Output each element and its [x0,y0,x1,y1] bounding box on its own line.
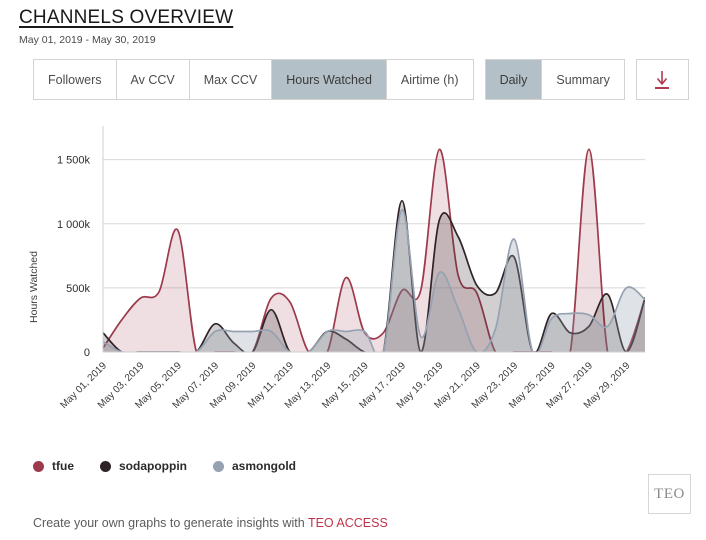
y-axis-ticks: 0 500k 1 000k 1 500k [57,155,91,359]
tab-max-ccv[interactable]: Max CCV [189,60,273,99]
y-axis-title: Hours Watched [28,251,40,323]
tab-daily[interactable]: Daily [485,60,543,99]
page-header: CHANNELS OVERVIEW May 01, 2019 - May 30,… [19,6,233,47]
download-arrow-icon [655,70,670,89]
footer-cta: Create your own graphs to generate insig… [33,516,388,530]
metric-tab-group: Followers Av CCV Max CCV Hours Watched Airti… [33,59,474,100]
legend-color-swatch-tfue [33,460,44,472]
x-axis-ticks: May 01, 2019May 03, 2019May 05, 2019May … [58,360,632,411]
tab-followers[interactable]: Followers [34,60,117,99]
date-range-label: May 01, 2019 - May 30, 2019 [19,34,156,46]
tab-group-divider [474,59,485,100]
teo-access-link[interactable]: TEO ACCESS [308,516,388,530]
tab-hours-watched[interactable]: Hours Watched [272,60,387,99]
tab-bar: Followers Av CCV Max CCV Hours Watched Airti… [33,59,689,100]
y-tick-label: 500k [66,283,90,295]
y-tick-label: 1 000k [57,219,91,231]
teo-logo: TEO [648,474,691,514]
legend-color-swatch-sodapoppin [100,460,111,472]
download-button[interactable] [635,59,689,100]
legend-item-asmongold[interactable]: asmongold [213,459,296,473]
legend-label-tfue: tfue [52,459,74,473]
tab-av-ccv[interactable]: Av CCV [116,60,190,99]
page-title: CHANNELS OVERVIEW [19,7,234,28]
tab-airtime-h[interactable]: Airtime (h) [386,60,473,99]
legend-item-sodapoppin[interactable]: sodapoppin [100,459,187,473]
legend-color-swatch-asmongold [213,460,224,472]
chart-legend: tfue sodapoppin asmongold [33,459,322,473]
legend-label-sodapoppin: sodapoppin [119,459,187,473]
legend-label-asmongold: asmongold [232,459,297,473]
view-tab-group: Daily Summary [484,59,625,100]
tab-summary[interactable]: Summary [542,60,624,99]
legend-item-tfue[interactable]: tfue [33,459,74,473]
tab-group-divider-2 [625,59,636,100]
chart-series-layer [103,148,645,352]
chart-container: 0 500k 1 000k 1 500k May 01, 2019 May 03, 20… [0,112,706,432]
hours-watched-area-chart: 0 500k 1 000k 1 500k May 01, 2019May 03, 20… [28,126,645,411]
y-tick-label: 0 [84,347,90,359]
footer-cta-text: Create your own graphs to generate insig… [33,516,308,530]
y-tick-label: 1 500k [57,155,91,167]
